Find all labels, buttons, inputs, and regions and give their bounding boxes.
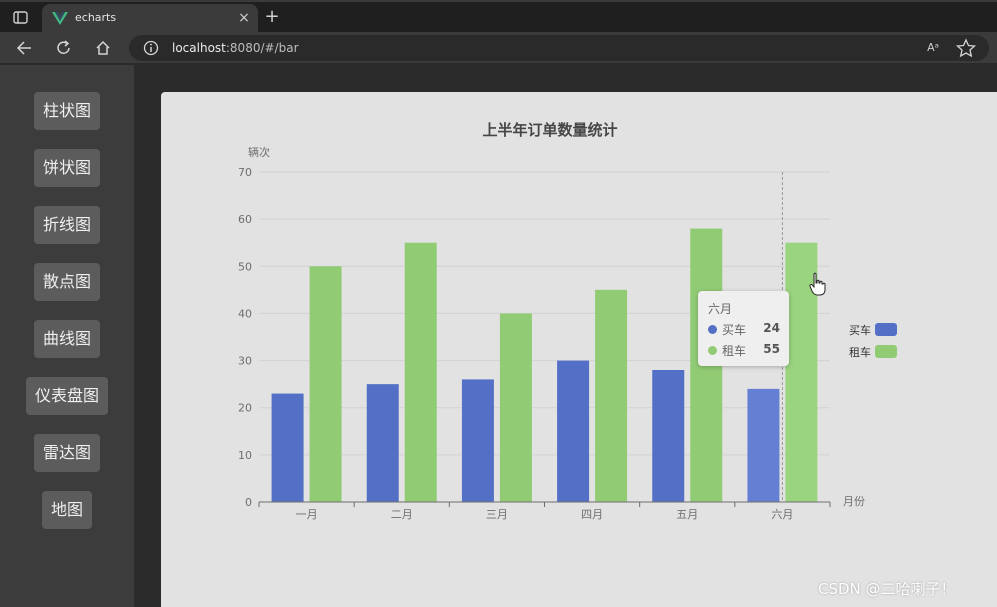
bar-rent — [595, 289, 628, 502]
x-tick-label: 三月 — [486, 508, 508, 521]
y-tick-label: 70 — [238, 166, 252, 179]
x-axis-label: 月份 — [843, 495, 865, 508]
bar-buy — [652, 370, 685, 502]
y-tick-label: 30 — [238, 355, 252, 368]
y-tick-label: 10 — [238, 449, 252, 462]
chart-tooltip: 六月 买车 24 租车 55 — [698, 291, 789, 366]
bar-chart[interactable]: 上半年订单数量统计 辆次 月份 0 10 20 30 40 50 60 70 一月 二月 三月 四月… — [0, 0, 997, 607]
y-tick-label: 0 — [245, 496, 252, 509]
tooltip-dot-buy — [708, 325, 717, 334]
tooltip-value-rent: 55 — [763, 342, 780, 356]
x-axis: 一月 二月 三月 四月 五月 六月 — [258, 501, 831, 521]
legend-swatch-buy — [875, 323, 897, 336]
tooltip-name-rent: 租车 — [722, 344, 747, 358]
y-axis-label: 辆次 — [248, 145, 270, 159]
tooltip-value-buy: 24 — [763, 321, 780, 335]
x-tick-label: 二月 — [391, 508, 413, 521]
tooltip-row-rent: 租车 55 — [708, 342, 784, 358]
bar-buy — [271, 393, 304, 502]
x-tick-label: 一月 — [296, 508, 318, 521]
bar-rent — [309, 266, 342, 502]
y-tick-label: 40 — [238, 307, 252, 320]
tooltip-name-buy: 买车 — [722, 323, 747, 337]
bar-buy — [461, 379, 494, 502]
bar-buy — [366, 384, 399, 502]
x-tick-label: 五月 — [676, 508, 698, 521]
bar-buy — [747, 388, 780, 502]
legend-label-rent: 租车 — [849, 346, 871, 359]
legend-swatch-rent — [875, 345, 897, 358]
y-tick-label: 50 — [238, 260, 252, 273]
y-tick-label: 60 — [238, 213, 252, 226]
y-tick-label: 20 — [238, 402, 252, 415]
bar-rent — [499, 313, 532, 502]
x-tick-label: 四月 — [581, 508, 603, 521]
legend-item-rent[interactable]: 租车 — [849, 344, 899, 359]
watermark-text: CSDN @二哈喇子！ — [818, 580, 956, 598]
chart-title: 上半年订单数量统计 — [482, 121, 617, 139]
legend-item-buy[interactable]: 买车 — [849, 322, 899, 337]
legend-label-buy: 买车 — [849, 324, 871, 337]
hand-cursor-icon — [809, 272, 826, 296]
tooltip-row-buy: 买车 24 — [708, 321, 784, 337]
bar-rent — [404, 242, 437, 502]
x-tick-label: 六月 — [771, 508, 793, 521]
tooltip-dot-rent — [708, 346, 717, 355]
tooltip-title: 六月 — [708, 302, 733, 316]
bar-buy — [557, 360, 590, 502]
